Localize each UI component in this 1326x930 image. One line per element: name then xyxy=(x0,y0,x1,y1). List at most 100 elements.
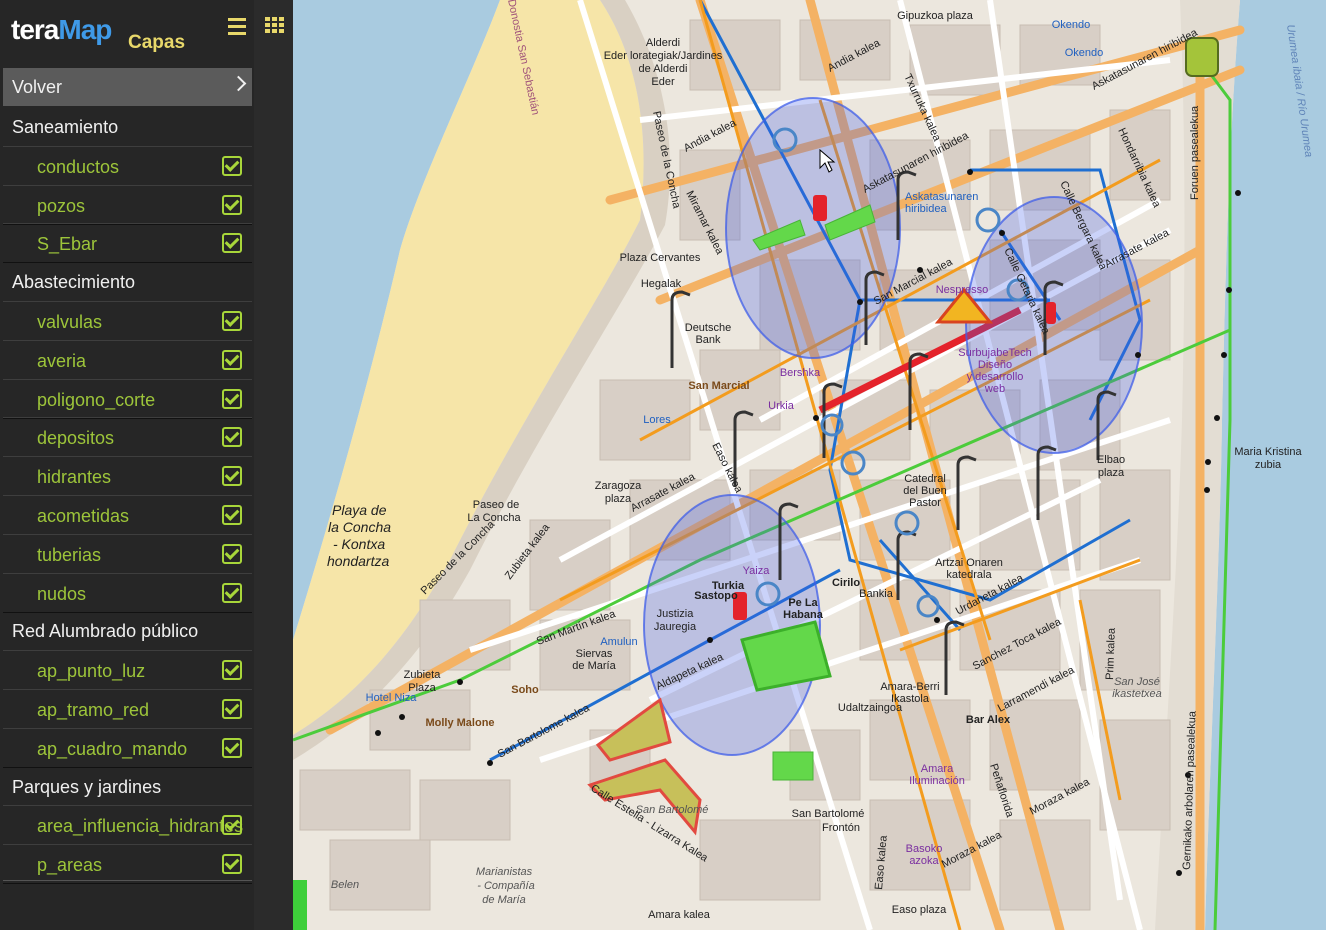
svg-text:la Concha: la Concha xyxy=(328,519,391,535)
svg-text:San José: San José xyxy=(1114,676,1160,688)
layer-checkbox[interactable] xyxy=(222,582,242,603)
layer-checkbox[interactable] xyxy=(222,660,242,681)
layer-group-3[interactable]: Parques y jardines xyxy=(3,767,252,805)
svg-text:Playa de: Playa de xyxy=(332,502,387,518)
layer-checkbox[interactable] xyxy=(222,388,242,409)
layer-item-ap-cuadro-mando[interactable]: ap_cuadro_mando xyxy=(3,727,252,768)
svg-text:azoka: azoka xyxy=(909,855,939,867)
svg-text:Nespresso: Nespresso xyxy=(936,284,989,296)
svg-text:Askatasunaren: Askatasunaren xyxy=(905,191,978,203)
svg-text:Habana: Habana xyxy=(783,609,824,621)
svg-text:ikastetxea: ikastetxea xyxy=(1112,688,1162,700)
svg-text:Udaltzaingoa: Udaltzaingoa xyxy=(838,702,903,714)
svg-text:SurbujabeTech: SurbujabeTech xyxy=(958,347,1031,359)
svg-text:Molly Malone: Molly Malone xyxy=(425,717,494,729)
svg-text:Hegalak: Hegalak xyxy=(641,278,682,290)
layer-item-ap-punto-luz[interactable]: ap_punto_luz xyxy=(3,650,252,691)
layer-checkbox[interactable] xyxy=(222,505,242,525)
svg-text:plaza: plaza xyxy=(1098,467,1125,479)
layer-group-label: Abastecimiento xyxy=(12,272,136,293)
layer-checkbox[interactable] xyxy=(222,155,242,176)
svg-text:Zubieta: Zubieta xyxy=(404,669,442,681)
svg-text:Basoko: Basoko xyxy=(906,843,943,855)
svg-text:hiribidea: hiribidea xyxy=(905,203,947,215)
pump-station-icon xyxy=(1185,37,1219,77)
layer-label: depositos xyxy=(37,428,115,449)
apps-grid-icon[interactable] xyxy=(265,17,285,35)
svg-text:Bershka: Bershka xyxy=(780,367,821,379)
sidebar-header: teraMap Capas xyxy=(0,0,254,66)
layer-label: p_areas xyxy=(37,855,103,876)
layer-group-label: Red Alumbrado público xyxy=(12,621,199,642)
layer-item-acometidas[interactable]: acometidas xyxy=(3,495,252,535)
back-button[interactable]: Volver xyxy=(3,68,252,106)
layer-item-nudos[interactable]: nudos xyxy=(3,572,252,613)
svg-text:Eder lorategiak/Jardines: Eder lorategiak/Jardines xyxy=(604,50,723,62)
layer-checkbox[interactable] xyxy=(222,737,242,758)
svg-text:hondartza: hondartza xyxy=(327,553,389,569)
layer-item-conductos[interactable]: conductos xyxy=(3,145,252,186)
svg-text:Alderdi: Alderdi xyxy=(646,37,680,49)
svg-text:Bank: Bank xyxy=(695,334,721,346)
layer-checkbox[interactable] xyxy=(222,699,242,719)
svg-text:katedrala: katedrala xyxy=(946,569,992,581)
layer-group-2[interactable]: Red Alumbrado público xyxy=(3,611,252,649)
svg-text:y desarrollo: y desarrollo xyxy=(967,371,1024,383)
svg-text:Sastopo: Sastopo xyxy=(694,590,738,602)
layer-checkbox[interactable] xyxy=(222,233,242,254)
svg-text:Bankia: Bankia xyxy=(859,588,894,600)
map-svg[interactable]: Playa de la Concha - Kontxa hondartza Al… xyxy=(293,0,1326,930)
svg-text:Plaza Cervantes: Plaza Cervantes xyxy=(620,252,701,264)
layer-item-area-influencia-hidrantes[interactable]: area_influencia_hidrantes xyxy=(3,805,252,846)
layer-label: area_influencia_hidrantes xyxy=(37,816,244,837)
svg-text:Yaiza: Yaiza xyxy=(743,565,771,577)
layer-item-poligono-corte[interactable]: poligono_corte xyxy=(3,378,252,419)
layer-label: ap_tramo_red xyxy=(37,700,150,720)
svg-text:web: web xyxy=(984,383,1005,395)
svg-text:Maria Kristina: Maria Kristina xyxy=(1234,446,1302,458)
svg-text:Soho: Soho xyxy=(511,684,539,696)
layer-item-depositos[interactable]: depositos xyxy=(3,417,252,458)
layer-item-hidrantes[interactable]: hidrantes xyxy=(3,456,252,497)
panel-title: Capas xyxy=(128,32,186,53)
layer-item-pozos[interactable]: pozos xyxy=(3,184,252,225)
layer-item-p-areas[interactable]: p_areas xyxy=(3,844,252,885)
beach-label: Playa de la Concha - Kontxa hondartza xyxy=(327,502,391,569)
layer-item-valvulas[interactable]: valvulas xyxy=(3,301,252,341)
svg-text:La Concha: La Concha xyxy=(467,512,521,524)
svg-text:San Bartolomé: San Bartolomé xyxy=(792,808,865,820)
layer-group-0[interactable]: Saneamiento xyxy=(3,107,252,145)
chevron-right-icon xyxy=(230,75,247,92)
layer-checkbox[interactable] xyxy=(222,815,242,836)
svg-text:Cirilo: Cirilo xyxy=(832,577,860,589)
layer-label: conductos xyxy=(37,156,120,177)
svg-text:Diseño: Diseño xyxy=(978,359,1012,371)
svg-text:Foruen pasealekua: Foruen pasealekua xyxy=(1189,105,1201,200)
layer-item-s-ebar[interactable]: S_Ebar xyxy=(3,223,252,264)
layer-checkbox[interactable] xyxy=(222,194,242,215)
svg-text:Siervas: Siervas xyxy=(576,648,613,660)
svg-text:plaza: plaza xyxy=(605,493,632,505)
layer-checkbox[interactable] xyxy=(222,854,242,875)
layer-group-label: Parques y jardines xyxy=(12,776,162,797)
layer-checkbox[interactable] xyxy=(222,427,242,448)
svg-text:San Marcial: San Marcial xyxy=(688,380,749,392)
layer-item-ap-tramo-red[interactable]: ap_tramo_red xyxy=(3,689,252,729)
svg-text:Hotel Niza: Hotel Niza xyxy=(366,692,418,704)
layer-checkbox[interactable] xyxy=(222,466,242,487)
layer-item-averia[interactable]: averia xyxy=(3,339,252,380)
hamburger-menu-icon[interactable] xyxy=(228,18,246,35)
svg-text:de María: de María xyxy=(482,894,525,906)
layer-checkbox[interactable] xyxy=(222,311,242,331)
layer-item-tuberias[interactable]: tuberias xyxy=(3,533,252,574)
layer-checkbox[interactable] xyxy=(222,543,242,564)
layer-group-1[interactable]: Abastecimiento xyxy=(3,262,252,300)
list-divider xyxy=(3,880,252,881)
map-canvas[interactable]: Playa de la Concha - Kontxa hondartza Al… xyxy=(293,0,1326,930)
svg-text:Easo plaza: Easo plaza xyxy=(892,904,947,916)
svg-text:Catedral: Catedral xyxy=(904,473,946,485)
svg-text:de Alderdi: de Alderdi xyxy=(639,63,688,75)
layers-sidebar: teraMap Capas Volver Saneamiento conducto… xyxy=(0,0,254,930)
layer-checkbox[interactable] xyxy=(222,349,242,370)
back-label: Volver xyxy=(12,77,63,97)
